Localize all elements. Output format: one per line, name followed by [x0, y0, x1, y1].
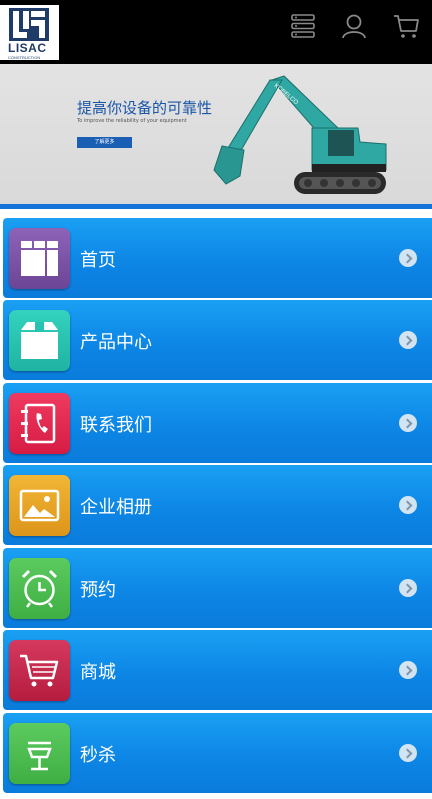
menu-item-label: 商城	[80, 662, 116, 683]
home-grid-icon	[9, 228, 70, 289]
menu-item-contact[interactable]: 联系我们	[3, 383, 432, 463]
top-header: LISAC CONSTRUCTION	[0, 0, 432, 64]
banner-accent-stripe	[0, 204, 432, 209]
hero-banner[interactable]: 提高你设备的可靠性 To improve the reliability of …	[0, 64, 432, 204]
user-icon[interactable]	[340, 12, 368, 40]
menu-item-mall[interactable]: 商城	[3, 630, 432, 710]
logo-mark-icon	[9, 8, 49, 41]
menu-item-label: 企业相册	[80, 497, 152, 518]
menu-item-products[interactable]: 产品中心	[3, 300, 432, 380]
logo-subtext: CONSTRUCTION	[8, 55, 41, 60]
chevron-right-icon	[399, 249, 417, 267]
alarm-clock-icon	[9, 558, 70, 619]
banner-learn-more-button[interactable]: 了解更多	[77, 137, 132, 148]
list-icon[interactable]	[289, 12, 317, 40]
phone-book-icon	[9, 393, 70, 454]
brand-logo[interactable]: LISAC CONSTRUCTION	[0, 5, 59, 60]
banner-title: 提高你设备的可靠性	[77, 99, 213, 117]
menu-item-label: 秒杀	[80, 745, 116, 766]
photo-icon	[9, 475, 70, 536]
chevron-right-icon	[399, 744, 417, 762]
chevron-right-icon	[399, 414, 417, 432]
chevron-right-icon	[399, 496, 417, 514]
menu-item-label: 预约	[80, 580, 116, 601]
menu-item-booking[interactable]: 预约	[3, 548, 432, 628]
box-icon	[9, 310, 70, 371]
chevron-right-icon	[399, 579, 417, 597]
cart-icon[interactable]	[392, 12, 420, 40]
menu-item-label: 首页	[80, 250, 116, 271]
menu-item-home[interactable]: 首页	[3, 218, 432, 298]
chevron-right-icon	[399, 331, 417, 349]
menu-item-flash-sale[interactable]: 秒杀	[3, 713, 432, 793]
menu-item-album[interactable]: 企业相册	[3, 465, 432, 545]
shopping-cart-icon	[9, 640, 70, 701]
menu-item-label: 产品中心	[80, 332, 152, 353]
logo-text: LISAC	[8, 41, 47, 55]
banner-subtitle: To improve the reliability of your equip…	[77, 118, 187, 124]
chevron-right-icon	[399, 661, 417, 679]
menu-item-label: 联系我们	[80, 415, 152, 436]
flash-sale-icon	[9, 723, 70, 784]
excavator-image: KOBELCO	[213, 75, 387, 194]
